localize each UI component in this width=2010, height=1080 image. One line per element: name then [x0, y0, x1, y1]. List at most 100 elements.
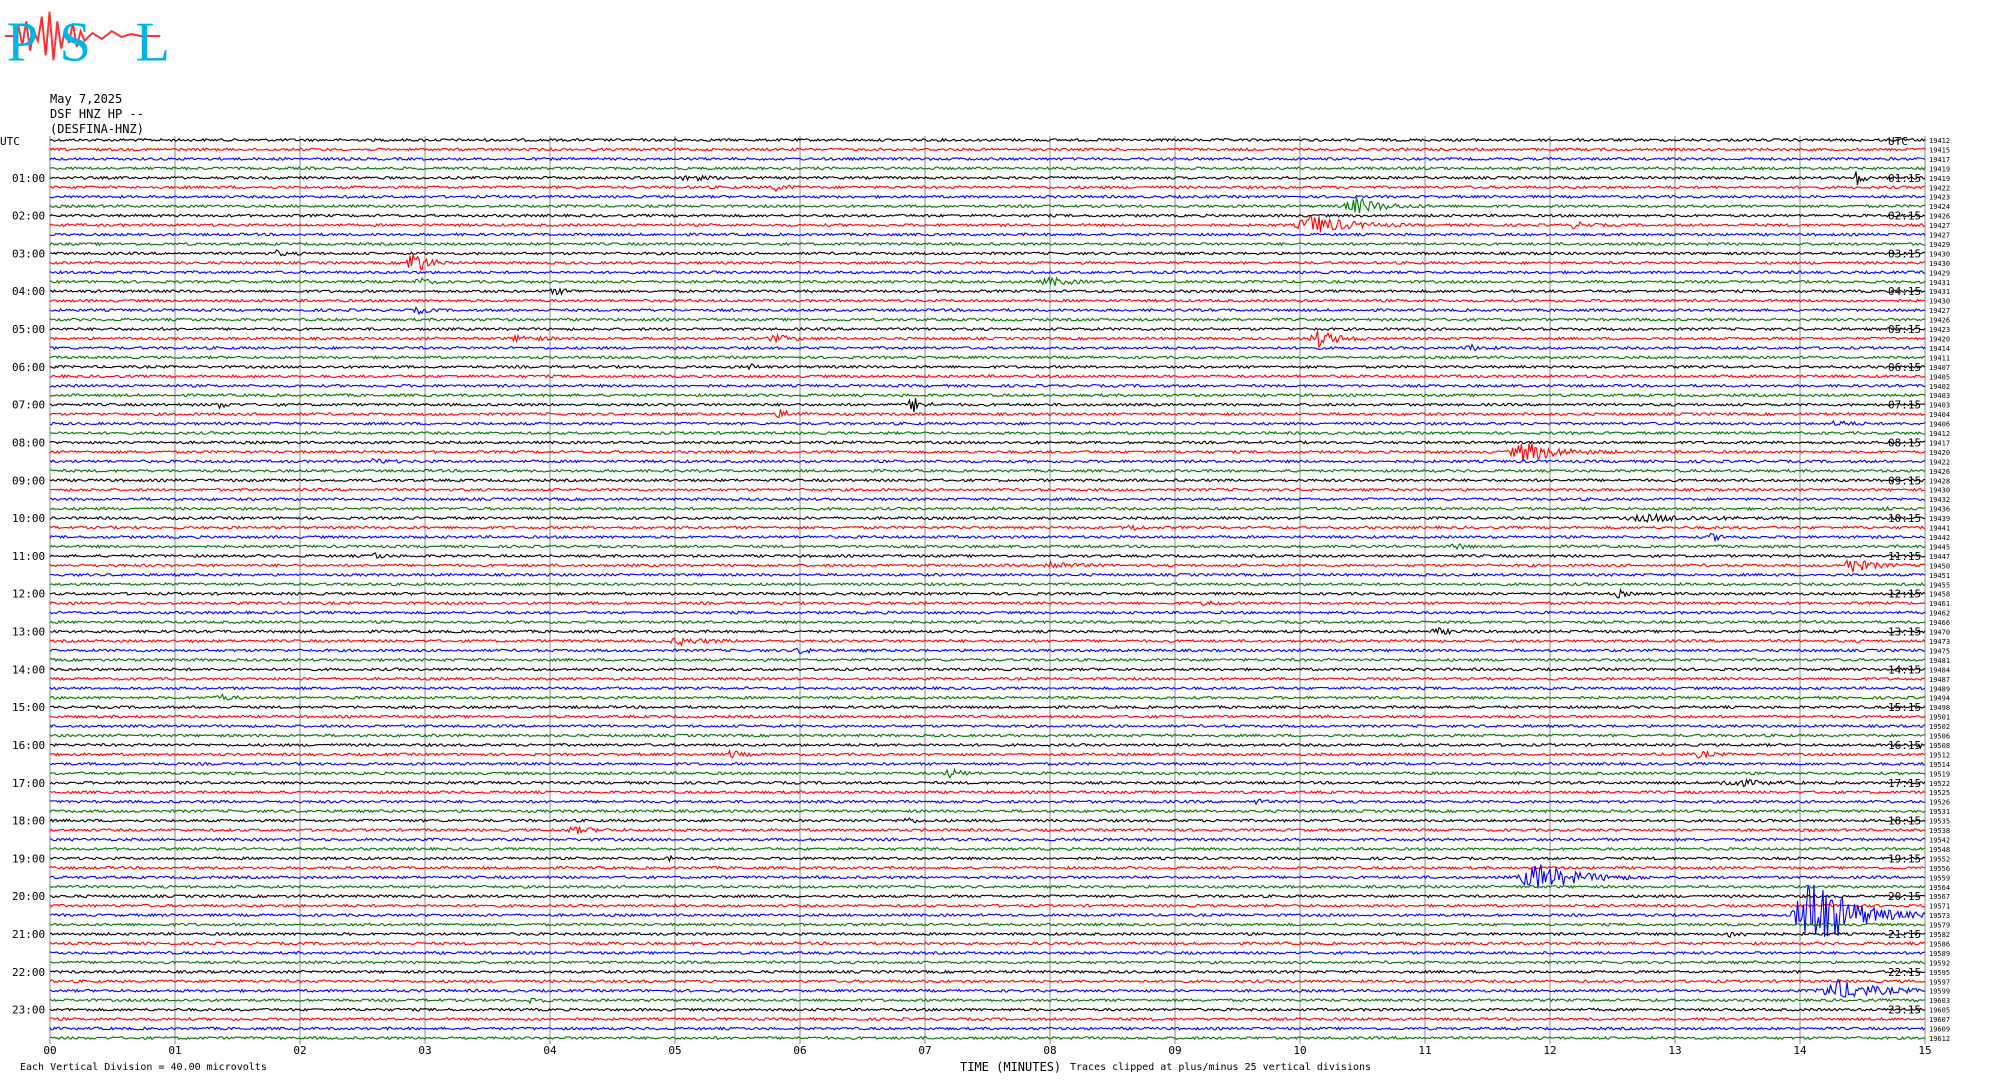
- x-tick-label: 07: [918, 1044, 931, 1057]
- trace-value-label: 19514: [1929, 761, 1950, 769]
- seismic-trace: [49, 533, 1926, 543]
- trace-value-label: 19430: [1929, 250, 1950, 258]
- seismic-trace: [49, 733, 1926, 738]
- x-tick-label: 04: [543, 1044, 557, 1057]
- trace-value-label: 19582: [1929, 931, 1950, 939]
- seismic-trace: [49, 213, 1926, 219]
- left-hour-label: 06:00: [12, 361, 45, 374]
- trace-value-label: 19428: [1929, 477, 1950, 485]
- trace-value-label: 19429: [1929, 269, 1950, 277]
- right-hour-label: 19:15: [1888, 852, 1921, 865]
- trace-value-label: 19426: [1929, 213, 1950, 221]
- trace-value-label: 19502: [1929, 723, 1950, 731]
- trace-value-label: 19603: [1929, 997, 1950, 1005]
- left-hour-label: 19:00: [12, 852, 45, 865]
- seismic-trace: [49, 419, 1926, 426]
- right-hour-label: 16:15: [1888, 739, 1921, 752]
- trace-value-label: 19512: [1929, 751, 1950, 759]
- trace-value-label: 19422: [1929, 184, 1950, 192]
- seismic-trace: [49, 685, 1926, 691]
- seismic-trace: [49, 275, 1926, 286]
- trace-value-label: 19564: [1929, 884, 1950, 892]
- right-hour-label: 09:15: [1888, 474, 1921, 487]
- trace-value-label: 19429: [1929, 241, 1950, 249]
- seismic-trace: [49, 241, 1926, 247]
- seismic-trace: [49, 893, 1926, 899]
- trace-value-label: 19567: [1929, 893, 1950, 901]
- seismic-trace: [49, 922, 1926, 927]
- seismic-trace: [49, 147, 1926, 152]
- trace-value-label: 19411: [1929, 354, 1950, 362]
- trace-value-label: 19526: [1929, 799, 1950, 807]
- trace-value-label: 19417: [1929, 156, 1950, 164]
- trace-value-label: 19548: [1929, 846, 1950, 854]
- seismic-trace: [49, 884, 1926, 937]
- left-hour-label: 10:00: [12, 512, 45, 525]
- seismic-trace: [49, 1007, 1926, 1012]
- helicorder-plot: 1941219415194171941919419194221942319424…: [0, 135, 1950, 1057]
- seismic-trace: [49, 543, 1926, 551]
- left-hour-label: 01:00: [12, 172, 45, 185]
- trace-value-label: 19451: [1929, 572, 1950, 580]
- seismic-trace: [49, 610, 1926, 616]
- seismic-trace: [49, 599, 1926, 607]
- x-tick-label: 03: [418, 1044, 431, 1057]
- seismic-trace: [49, 704, 1926, 710]
- trace-value-label: 19612: [1929, 1035, 1950, 1043]
- trace-value-label: 19424: [1929, 203, 1950, 211]
- left-hour-label: 15:00: [12, 701, 45, 714]
- seismic-trace: [49, 298, 1926, 304]
- seismic-trace: [49, 558, 1926, 573]
- seismic-trace: [49, 676, 1926, 682]
- trace-value-label: 19442: [1929, 534, 1950, 542]
- seismic-trace: [49, 326, 1926, 332]
- seismic-trace: [49, 808, 1926, 814]
- trace-value-label: 19519: [1929, 770, 1950, 778]
- right-axis-title: UTC: [1888, 135, 1908, 148]
- trace-value-label: 19445: [1929, 543, 1950, 551]
- seismic-trace: [49, 215, 1926, 233]
- trace-value-label: 19415: [1929, 146, 1950, 154]
- left-hour-label: 07:00: [12, 399, 45, 412]
- seismic-trace: [49, 171, 1926, 185]
- right-hour-label: 03:15: [1888, 247, 1921, 260]
- seismic-trace: [49, 647, 1926, 655]
- x-tick-label: 15: [1918, 1044, 1931, 1057]
- seismic-trace: [49, 1016, 1926, 1022]
- seismic-trace: [49, 487, 1926, 493]
- trace-value-label: 19427: [1929, 222, 1950, 230]
- seismic-trace: [49, 837, 1926, 842]
- trace-value-label: 19597: [1929, 978, 1950, 986]
- seismic-trace: [49, 468, 1926, 474]
- footer-clip-note: Traces clipped at plus/minus 25 vertical…: [1070, 1062, 1372, 1073]
- seismic-trace: [49, 950, 1926, 956]
- trace-value-label: 19422: [1929, 458, 1950, 466]
- seismic-trace: [49, 392, 1926, 398]
- seismic-trace: [49, 156, 1926, 162]
- trace-value-label: 19605: [1929, 1007, 1950, 1015]
- left-hour-label: 02:00: [12, 210, 45, 223]
- seismic-trace: [49, 197, 1926, 214]
- trace-value-label: 19414: [1929, 345, 1950, 353]
- seismic-trace: [49, 184, 1926, 193]
- seismic-trace: [49, 997, 1925, 1005]
- left-hour-label: 22:00: [12, 966, 45, 979]
- left-hour-label: 12:00: [12, 588, 45, 601]
- trace-value-label: 19556: [1929, 865, 1950, 873]
- trace-value-label: 19441: [1929, 525, 1950, 533]
- trace-value-label: 19595: [1929, 969, 1950, 977]
- trace-value-label: 19432: [1929, 496, 1950, 504]
- seismic-trace: [49, 430, 1926, 436]
- right-hour-label: 22:15: [1888, 966, 1921, 979]
- seismic-trace: [49, 636, 1926, 647]
- right-hour-label: 04:15: [1888, 285, 1921, 298]
- right-hour-label: 05:15: [1888, 323, 1921, 336]
- trace-value-label: 19430: [1929, 298, 1950, 306]
- trace-value-label: 19609: [1929, 1026, 1950, 1034]
- left-hour-label: 11:00: [12, 550, 45, 563]
- trace-value-label: 19579: [1929, 922, 1950, 930]
- x-tick-label: 14: [1793, 1044, 1807, 1057]
- seismic-trace: [49, 496, 1926, 502]
- trace-value-label: 19405: [1929, 373, 1950, 381]
- seismic-trace: [49, 846, 1926, 852]
